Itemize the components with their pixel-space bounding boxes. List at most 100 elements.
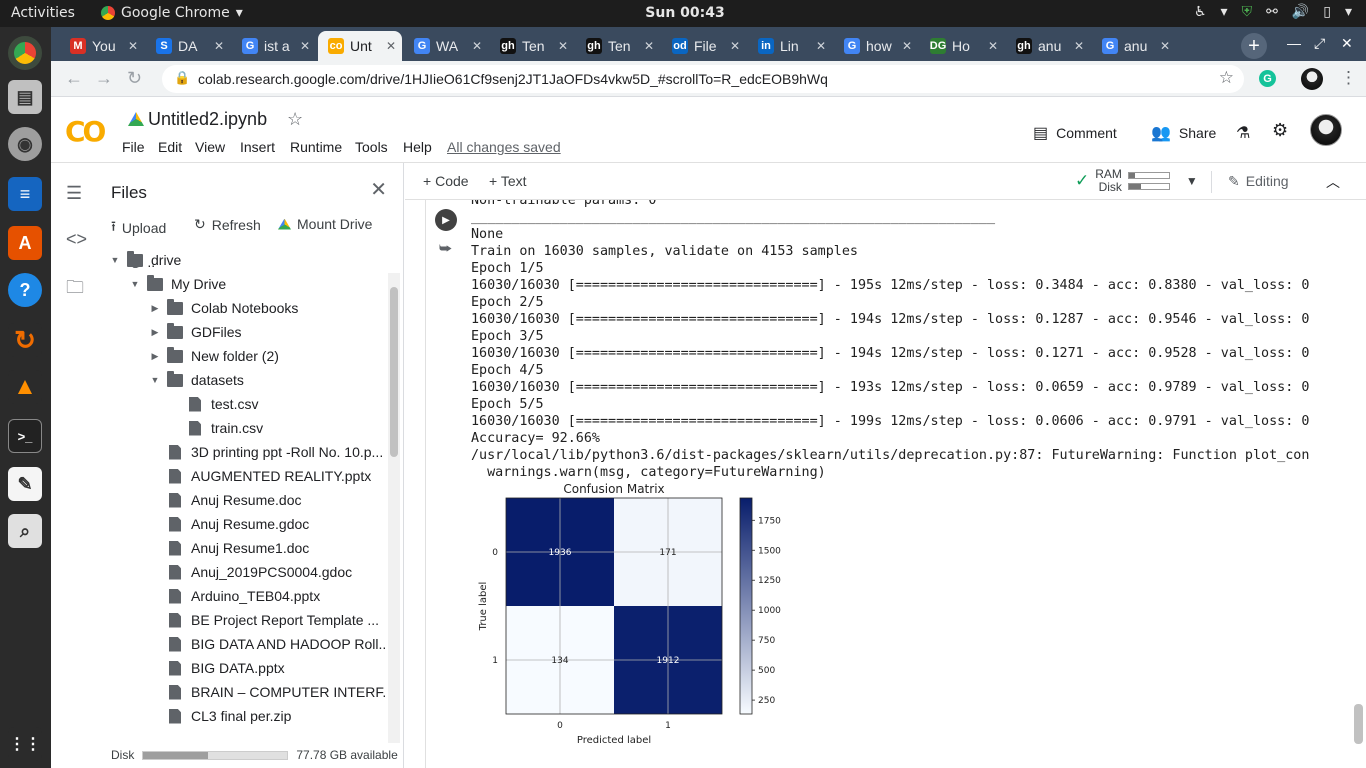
folder-item[interactable]: ▶ GDFiles	[149, 320, 242, 344]
mount-drive-button[interactable]: Mount Drive	[278, 216, 372, 232]
files-cabinet-icon[interactable]: ▤	[8, 80, 42, 114]
sync-icon[interactable]: ↻	[8, 323, 42, 357]
app-grid-icon[interactable]: ⋮⋮	[8, 727, 42, 761]
save-status[interactable]: All changes saved	[447, 139, 561, 155]
close-tab-icon[interactable]: ✕	[816, 39, 826, 53]
close-tab-icon[interactable]: ✕	[214, 39, 224, 53]
address-bar[interactable]: 🔒 colab.research.google.com/drive/1HJIie…	[162, 65, 1244, 93]
browser-tab[interactable]: gh Ten ✕	[576, 31, 660, 61]
avatar[interactable]	[1310, 114, 1342, 146]
browser-tab[interactable]: DG Ho ✕	[920, 31, 1004, 61]
close-tab-icon[interactable]: ✕	[472, 39, 482, 53]
file-item[interactable]: 3D printing ppt -Roll No. 10.p...	[149, 440, 383, 464]
browser-tab[interactable]: Ghow ✕	[834, 31, 918, 61]
refresh-button[interactable]: ↻ Refresh	[194, 216, 261, 233]
menu-runtime[interactable]: Runtime	[290, 139, 342, 155]
file-item[interactable]: test.csv	[169, 392, 258, 416]
notebook-title[interactable]: Untitled2.ipynb	[148, 109, 267, 130]
file-item[interactable]: BIG DATA.pptx	[149, 656, 285, 680]
resources-indicator[interactable]: ✓ RAM Disk ▼	[1075, 168, 1198, 194]
code-snippets-icon[interactable]: <>	[66, 229, 87, 250]
system-tray[interactable]: ♿ ▾ ⛨ ⚯ 🔊 ▯ ▾	[1194, 4, 1352, 20]
caret-down-icon[interactable]: ▼	[129, 279, 141, 289]
comment-button[interactable]: ▤ Comment	[1033, 123, 1117, 143]
accessibility-icon[interactable]: ♿	[1194, 4, 1207, 20]
browser-tab[interactable]: G WA ✕	[404, 31, 488, 61]
browser-tab[interactable]: gh Ten ✕	[490, 31, 574, 61]
minimize-icon[interactable]: —	[1287, 35, 1301, 51]
caret-down-icon[interactable]: ▼	[149, 375, 161, 385]
file-item[interactable]: train.csv	[169, 416, 263, 440]
url-text[interactable]: colab.research.google.com/drive/1HJIieO6…	[198, 71, 828, 87]
folder-item[interactable]: ▼ My Drive	[129, 272, 226, 296]
file-item[interactable]: BRAIN – COMPUTER INTERF...	[149, 680, 387, 704]
chevron-down-icon[interactable]: ▼	[1186, 174, 1198, 188]
caret-right-icon[interactable]: ▶	[149, 303, 161, 314]
close-tab-icon[interactable]: ✕	[644, 39, 654, 53]
browser-tab[interactable]: od File ✕	[662, 31, 746, 61]
file-item[interactable]: Anuj Resume.gdoc	[149, 512, 309, 536]
file-item[interactable]: BE Project Report Template ...	[149, 608, 379, 632]
folder-item[interactable]: ▶ Colab Notebooks	[149, 296, 298, 320]
file-item[interactable]: Anuj_2019PCS0004.gdoc	[149, 560, 352, 584]
gear-icon[interactable]: ⚙	[1272, 120, 1288, 141]
chrome-icon[interactable]	[8, 36, 42, 70]
forward-icon[interactable]: →	[95, 68, 113, 89]
screenshot-icon[interactable]: ⌕	[8, 514, 42, 548]
browser-tab[interactable]: M You ✕	[60, 31, 144, 61]
star-icon[interactable]: ☆	[287, 109, 303, 130]
close-tab-icon[interactable]: ✕	[386, 39, 396, 53]
sidebar-scrollbar[interactable]	[388, 273, 400, 743]
shield-icon[interactable]: ⛨	[1242, 4, 1253, 20]
share-button[interactable]: 👥 Share	[1151, 123, 1216, 143]
file-item[interactable]: Anuj Resume1.doc	[149, 536, 309, 560]
folder-icon[interactable]: 🗀	[66, 275, 84, 305]
profile-avatar[interactable]	[1301, 68, 1323, 90]
software-store-icon[interactable]: A	[8, 226, 42, 260]
menu-tools[interactable]: Tools	[355, 139, 388, 155]
disks-icon[interactable]: ◉	[8, 127, 42, 161]
help-icon[interactable]: ?	[8, 273, 42, 307]
file-item[interactable]: Arduino_TEB04.pptx	[149, 584, 320, 608]
reload-icon[interactable]: ↻	[127, 68, 142, 89]
app-menu[interactable]: Google Chrome ▾	[101, 5, 243, 21]
browser-tab[interactable]: Gist a ✕	[232, 31, 316, 61]
close-tab-icon[interactable]: ✕	[558, 39, 568, 53]
colab-logo[interactable]: CO	[65, 115, 106, 148]
clock[interactable]: Sun 00:43	[640, 5, 730, 21]
caret-down-icon[interactable]: ▼	[109, 255, 121, 265]
flask-icon[interactable]: ⚗	[1236, 123, 1250, 143]
folder-item[interactable]: ▼ datasets	[149, 368, 244, 392]
menu-help[interactable]: Help	[403, 139, 432, 155]
battery-icon[interactable]: ▯	[1323, 4, 1331, 20]
add-text-button[interactable]: + Text	[489, 173, 527, 189]
caret-right-icon[interactable]: ▶	[149, 351, 161, 362]
browser-tab[interactable]: co Unt ✕	[318, 31, 402, 61]
file-item[interactable]: AUGMENTED REALITY.pptx	[149, 464, 371, 488]
network-icon[interactable]: ⚯	[1266, 4, 1278, 20]
run-cell-button[interactable]: ▶	[435, 209, 457, 231]
menu-file[interactable]: File	[122, 139, 145, 155]
browser-tab[interactable]: gh anu ✕	[1006, 31, 1090, 61]
activities-button[interactable]: Activities	[11, 5, 75, 21]
close-icon[interactable]: ✕	[370, 177, 387, 202]
browser-tab[interactable]: S DA ✕	[146, 31, 230, 61]
caret-right-icon[interactable]: ▶	[149, 327, 161, 338]
volume-icon[interactable]: 🔊	[1292, 4, 1309, 20]
menu-edit[interactable]: Edit	[158, 139, 182, 155]
browser-tab[interactable]: in Lin ✕	[748, 31, 832, 61]
add-code-button[interactable]: + Code	[423, 173, 469, 189]
close-icon[interactable]: ✕	[1341, 35, 1353, 52]
close-tab-icon[interactable]: ✕	[988, 39, 998, 53]
more-icon[interactable]: ⋮	[1340, 68, 1357, 88]
upload-button[interactable]: ⭱ Upload	[111, 216, 166, 240]
maximize-icon[interactable]: ⤢	[1314, 35, 1325, 52]
file-item[interactable]: Anuj Resume.doc	[149, 488, 302, 512]
new-tab-button[interactable]: +	[1241, 33, 1267, 59]
document-viewer-icon[interactable]: ≡	[8, 177, 42, 211]
folder-item[interactable]: ▼ drive	[109, 248, 181, 272]
back-icon[interactable]: ←	[65, 68, 83, 89]
menu-view[interactable]: View	[195, 139, 225, 155]
close-tab-icon[interactable]: ✕	[128, 39, 138, 53]
table-of-contents-icon[interactable]: ☰	[66, 183, 82, 204]
